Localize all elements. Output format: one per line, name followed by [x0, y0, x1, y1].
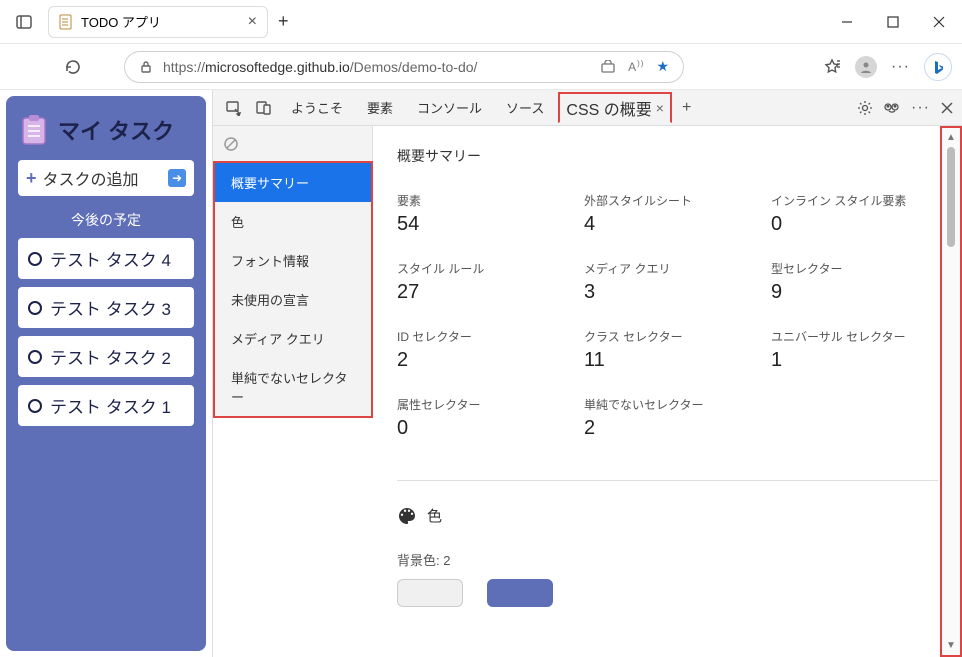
task-checkbox[interactable] [28, 350, 42, 364]
add-task-input[interactable]: + タスクの追加 ➜ [18, 160, 194, 196]
tab-css-overview[interactable]: CSS の概要 × [558, 92, 672, 123]
stat-universal-selectors: ユニバーサル セレクター1 [771, 328, 938, 372]
nav-summary[interactable]: 概要サマリー [215, 163, 371, 202]
task-item[interactable]: テスト タスク 3 [18, 287, 194, 328]
task-item[interactable]: テスト タスク 4 [18, 238, 194, 279]
plus-icon: + [26, 168, 37, 189]
css-overview-nav: 概要サマリー 色 フォント情報 未使用の宣言 メディア クエリ 単純でないセレク… [213, 161, 373, 418]
url-text: https://microsoftedge.github.io/Demos/de… [163, 59, 477, 75]
task-item[interactable]: テスト タスク 2 [18, 336, 194, 377]
minimize-button[interactable] [824, 0, 870, 44]
nav-unused[interactable]: 未使用の宣言 [215, 280, 371, 319]
stat-inline-style: インライン スタイル要素0 [771, 192, 938, 236]
stat-elements: 要素54 [397, 192, 564, 236]
add-task-label: タスクの追加 [43, 166, 139, 190]
devtools-panel: ようこそ 要素 コンソール ソース CSS の概要 × + ··· [212, 90, 962, 657]
task-checkbox[interactable] [28, 399, 42, 413]
css-overview-main: 概要サマリー 要素54 外部スタイルシート4 インライン スタイル要素0 スタイ… [373, 126, 962, 657]
background-colors-label: 背景色: 2 [397, 550, 938, 569]
color-swatch[interactable] [397, 579, 463, 607]
scrollbar[interactable]: ▲ ▼ [940, 126, 962, 657]
maximize-button[interactable] [870, 0, 916, 44]
scroll-up-icon[interactable]: ▲ [946, 132, 956, 143]
toolbar-row: https://microsoftedge.github.io/Demos/de… [0, 44, 962, 90]
tab-sources[interactable]: ソース [496, 94, 554, 121]
devtools-body: 概要サマリー 色 フォント情報 未使用の宣言 メディア クエリ 単純でないセレク… [213, 126, 962, 657]
window-controls [824, 0, 962, 44]
devtools-tabbar: ようこそ 要素 コンソール ソース CSS の概要 × + ··· [213, 90, 962, 126]
submit-task-button[interactable]: ➜ [168, 169, 186, 187]
stat-style-rules: スタイル ルール27 [397, 260, 564, 304]
tab-actions-icon[interactable] [0, 13, 48, 31]
upcoming-heading: 今後の予定 [18, 210, 194, 230]
favorite-star-icon[interactable]: ★ [656, 58, 669, 75]
tab-title: TODO アプリ [81, 12, 161, 31]
colors-section: 色 背景色: 2 [397, 480, 938, 607]
more-icon[interactable]: ··· [891, 58, 910, 76]
nav-nonsimple[interactable]: 単純でないセレクター [215, 358, 371, 416]
settings-gear-icon[interactable] [857, 100, 873, 116]
devtools-more-icon[interactable]: ··· [911, 99, 930, 117]
css-overview-content: 概要サマリー 要素54 外部スタイルシート4 インライン スタイル要素0 スタイ… [373, 126, 962, 657]
browser-tab[interactable]: TODO アプリ × [48, 6, 268, 38]
scroll-thumb[interactable] [947, 147, 955, 247]
favorites-icon[interactable] [823, 58, 841, 76]
nav-media[interactable]: メディア クエリ [215, 319, 371, 358]
colors-heading: 色 [427, 505, 442, 526]
new-tab-button[interactable]: + [278, 11, 289, 32]
read-aloud-icon[interactable]: A)) [628, 59, 644, 74]
close-devtools-icon[interactable] [940, 101, 954, 115]
bing-sidebar-icon[interactable] [924, 53, 952, 81]
page-icon [59, 14, 73, 30]
close-window-button[interactable] [916, 0, 962, 44]
devtools-sidebar-wrap: 概要サマリー 色 フォント情報 未使用の宣言 メディア クエリ 単純でないセレク… [213, 126, 373, 657]
stat-external-stylesheets: 外部スタイルシート4 [584, 192, 751, 236]
tab-elements[interactable]: 要素 [357, 94, 403, 121]
summary-heading: 概要サマリー [397, 146, 938, 166]
shopping-icon[interactable] [600, 60, 616, 74]
close-tab-icon[interactable]: × [656, 100, 664, 116]
add-devtools-tab-button[interactable]: + [676, 99, 697, 117]
feedback-icon[interactable] [883, 101, 901, 115]
lock-icon [139, 60, 153, 74]
scroll-down-icon[interactable]: ▼ [946, 640, 956, 651]
window-titlebar: TODO アプリ × + [0, 0, 962, 44]
clipboard-icon [20, 114, 48, 146]
stat-media-queries: メディア クエリ3 [584, 260, 751, 304]
stat-id-selectors: ID セレクター2 [397, 328, 564, 372]
stat-type-selectors: 型セレクター9 [771, 260, 938, 304]
tab-console[interactable]: コンソール [407, 94, 492, 121]
palette-icon [397, 506, 417, 526]
device-toggle-icon[interactable] [251, 95, 277, 121]
task-checkbox[interactable] [28, 301, 42, 315]
page-title: マイ タスク [58, 114, 174, 146]
nav-colors[interactable]: 色 [215, 202, 371, 241]
task-item[interactable]: テスト タスク 1 [18, 385, 194, 426]
clear-overview-icon[interactable] [213, 126, 373, 162]
nav-font[interactable]: フォント情報 [215, 241, 371, 280]
todo-app: マイ タスク + タスクの追加 ➜ 今後の予定 テスト タスク 4 テスト タス… [6, 96, 206, 651]
summary-stats: 要素54 外部スタイルシート4 インライン スタイル要素0 スタイル ルール27… [397, 192, 938, 440]
profile-avatar-icon[interactable] [855, 56, 877, 78]
inspect-icon[interactable] [221, 95, 247, 121]
color-swatch[interactable] [487, 579, 553, 607]
color-swatches [397, 579, 938, 607]
refresh-button[interactable] [58, 58, 88, 76]
stat-class-selectors: クラス セレクター11 [584, 328, 751, 372]
tab-welcome[interactable]: ようこそ [281, 94, 353, 121]
stat-attribute-selectors: 属性セレクター0 [397, 396, 564, 440]
close-tab-icon[interactable]: × [248, 13, 257, 31]
task-checkbox[interactable] [28, 252, 42, 266]
address-bar[interactable]: https://microsoftedge.github.io/Demos/de… [124, 51, 684, 83]
stat-nonsimple-selectors: 単純でないセレクター2 [584, 396, 751, 440]
content-area: マイ タスク + タスクの追加 ➜ 今後の予定 テスト タスク 4 テスト タス… [0, 90, 962, 657]
